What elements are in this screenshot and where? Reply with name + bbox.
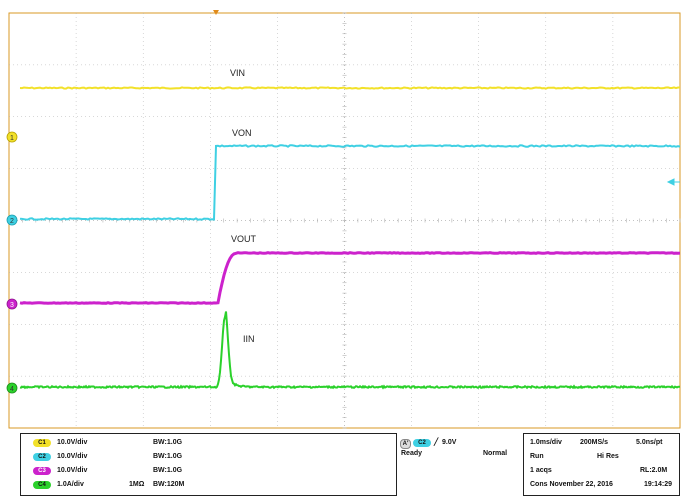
- svg-text:1: 1: [10, 135, 14, 142]
- timebase-scale: 1.0ms/div: [530, 439, 562, 446]
- trigger-mode: Normal: [483, 450, 508, 457]
- rising-edge-icon: ╱: [434, 439, 439, 446]
- ch1-ground-marker[interactable]: 1: [6, 131, 18, 143]
- svg-text:2: 2: [10, 218, 14, 225]
- ch1-badge: C1: [33, 439, 51, 447]
- date-stamp: Cons November 22, 2016: [530, 481, 613, 488]
- ch1-bandwidth: BW:1.0G: [153, 439, 183, 446]
- ch1-scale: 10.0V/div: [57, 439, 88, 446]
- ch4-scale: 1.0A/div: [57, 481, 84, 488]
- trigger-state: Ready: [401, 450, 423, 457]
- time-stamp: 19:14:29: [644, 481, 673, 488]
- trigger-level: 9.0V: [442, 439, 457, 446]
- svg-text:3: 3: [10, 302, 14, 309]
- ch2-badge: C2: [33, 453, 51, 461]
- ch3-badge: C3: [33, 467, 51, 475]
- trigger-source-badge: C2: [413, 439, 431, 447]
- acquisition-count: 1 acqs: [530, 467, 552, 474]
- ch4-badge: C4: [33, 481, 51, 489]
- sample-rate: 200MS/s: [580, 439, 609, 446]
- waveform-label-vin: VIN: [230, 68, 245, 78]
- ch4-coupling: 1MΩ: [129, 481, 145, 488]
- svg-text:4: 4: [10, 386, 14, 393]
- time-per-point: 5.0ns/pt: [636, 439, 663, 446]
- waveform-label-iin: IIN: [243, 334, 255, 344]
- oscilloscope-display: VIN VON VOUT IIN 1 2 3 4: [6, 10, 681, 429]
- record-length: RL:2.0M: [640, 467, 668, 474]
- waveform-label-von: VON: [232, 128, 252, 138]
- timebase-panel[interactable]: 1.0ms/div 200MS/s 5.0ns/pt Run Hi Res 1 …: [523, 433, 680, 496]
- ch3-bandwidth: BW:1.0G: [153, 467, 183, 474]
- ch3-scale: 10.0V/div: [57, 467, 88, 474]
- ch4-bandwidth: BW:120M: [153, 481, 185, 488]
- run-state: Run: [530, 453, 544, 460]
- waveform-ch1: [19, 86, 680, 90]
- waveform-label-vout: VOUT: [231, 234, 257, 244]
- trigger-type-badge: A': [400, 439, 411, 449]
- ch2-scale: 10.0V/div: [57, 453, 88, 460]
- ch2-bandwidth: BW:1.0G: [153, 453, 183, 460]
- ch4-ground-marker[interactable]: 4: [6, 382, 18, 394]
- channel-settings-panel: C1 10.0V/div BW:1.0G C2 10.0V/div BW:1.0…: [20, 433, 507, 496]
- acquisition-mode: Hi Res: [597, 453, 619, 460]
- ch3-ground-marker[interactable]: 3: [6, 298, 18, 310]
- ch2-ground-marker[interactable]: 2: [6, 214, 18, 226]
